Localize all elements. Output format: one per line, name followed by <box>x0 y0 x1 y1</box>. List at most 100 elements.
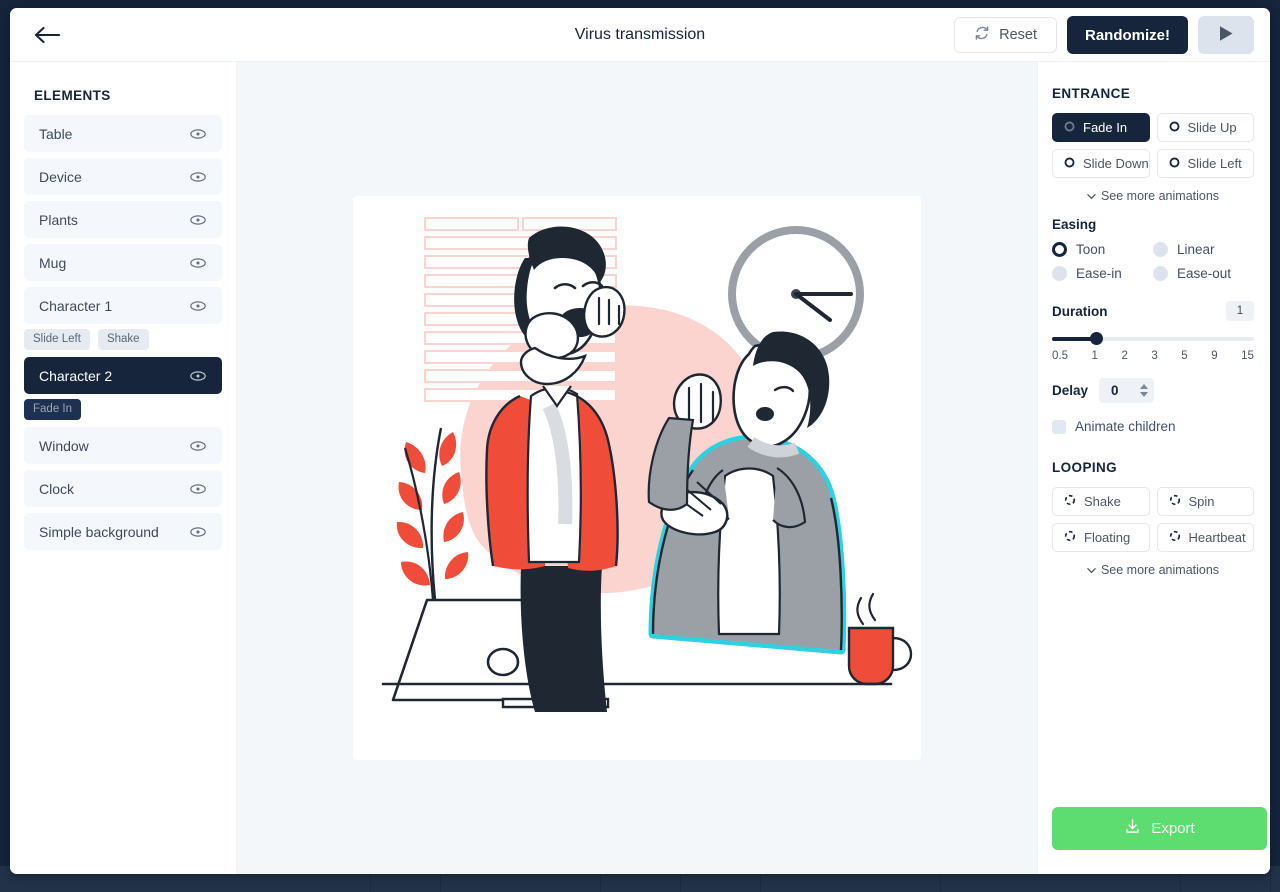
easing-label-text: Linear <box>1177 242 1215 257</box>
eye-icon[interactable] <box>189 523 207 541</box>
circle-icon <box>1064 120 1075 135</box>
canvas-area[interactable] <box>237 62 1037 874</box>
reset-button[interactable]: Reset <box>954 17 1057 53</box>
animate-children-checkbox[interactable]: Animate children <box>1052 419 1254 434</box>
easing-option-linear[interactable]: Linear <box>1153 242 1254 257</box>
sidebar-item-plants[interactable]: Plants <box>24 201 222 238</box>
download-icon <box>1124 818 1141 839</box>
entrance-see-more-link[interactable]: See more animations <box>1052 189 1254 203</box>
play-button[interactable] <box>1198 16 1254 54</box>
element-label: Device <box>39 168 82 185</box>
element-label: Mug <box>39 254 67 271</box>
eye-icon[interactable] <box>189 367 207 385</box>
circle-icon <box>1064 156 1075 171</box>
sidebar-item-character-1[interactable]: Character 1 <box>24 287 222 324</box>
element-label: Clock <box>39 480 75 497</box>
looping-option-spin[interactable]: Spin <box>1156 487 1254 516</box>
element-label: Plants <box>39 211 78 228</box>
eye-icon[interactable] <box>189 480 207 498</box>
circle-icon <box>1169 120 1180 135</box>
play-icon <box>1219 25 1234 45</box>
option-label: Shake <box>1084 494 1121 509</box>
refresh-icon <box>974 25 990 45</box>
animation-tags-character-1: Slide Left Shake <box>24 329 222 351</box>
animation-tag[interactable]: Fade In <box>24 399 81 421</box>
export-button[interactable]: Export <box>1052 807 1267 850</box>
loop-circle-icon <box>1169 494 1181 509</box>
eye-icon[interactable] <box>189 125 207 143</box>
chevron-down-icon <box>1087 189 1096 203</box>
loop-circle-icon <box>1064 494 1076 509</box>
easing-option-toon[interactable]: Toon <box>1052 242 1153 257</box>
animation-panel: ENTRANCE Fade In Slide Up Slide Down Sli… <box>1037 62 1270 874</box>
looping-see-more-link[interactable]: See more animations <box>1052 563 1254 577</box>
loop-circle-icon <box>1064 530 1076 545</box>
tick-label: 1 <box>1091 350 1098 362</box>
looping-section: LOOPING Shake Spin Floating Heartbeat Se… <box>1052 460 1254 577</box>
delay-value: 0 <box>1111 383 1119 398</box>
entrance-option-slide-left[interactable]: Slide Left <box>1156 149 1254 178</box>
easing-label: Easing <box>1052 217 1097 232</box>
easing-label-text: Toon <box>1076 242 1106 257</box>
delay-label: Delay <box>1052 383 1089 398</box>
checkbox-icon <box>1052 419 1066 434</box>
app-header: Virus transmission Reset Randomize! <box>10 8 1270 62</box>
delay-row: Delay 0 <box>1052 378 1254 403</box>
entrance-heading: ENTRANCE <box>1052 86 1131 101</box>
sidebar-item-window[interactable]: Window <box>24 427 222 465</box>
option-label: Slide Down <box>1083 156 1149 171</box>
eye-icon[interactable] <box>189 168 207 186</box>
animation-tag[interactable]: Shake <box>97 329 149 351</box>
duration-slider[interactable] <box>1052 330 1254 348</box>
stepper-down-icon[interactable] <box>1140 392 1149 397</box>
element-label: Character 1 <box>39 297 113 314</box>
entrance-option-slide-up[interactable]: Slide Up <box>1156 113 1254 142</box>
sidebar-item-table[interactable]: Table <box>24 115 222 152</box>
see-more-label: See more animations <box>1100 563 1220 577</box>
stepper-up-icon[interactable] <box>1140 384 1149 389</box>
easing-option-ease-in[interactable]: Ease-in <box>1052 266 1153 281</box>
header-actions: Reset Randomize! <box>954 8 1254 62</box>
duration-tick-labels: 0.5 1 2 3 5 9 15 <box>1052 350 1254 362</box>
looping-heading: LOOPING <box>1052 460 1118 475</box>
circle-icon <box>1169 156 1180 171</box>
entrance-option-slide-down[interactable]: Slide Down <box>1052 149 1150 178</box>
option-label: Spin <box>1188 494 1215 509</box>
eye-icon[interactable] <box>189 254 207 272</box>
looping-option-heartbeat[interactable]: Heartbeat <box>1156 523 1254 552</box>
tick-label: 2 <box>1121 350 1128 362</box>
radio-icon <box>1153 266 1168 281</box>
artboard[interactable] <box>353 196 921 760</box>
randomize-button[interactable]: Randomize! <box>1066 16 1188 54</box>
sidebar-item-device[interactable]: Device <box>24 158 222 195</box>
stepper-arrows <box>1137 384 1154 397</box>
duration-label: Duration <box>1052 303 1108 319</box>
sidebar-item-character-2[interactable]: Character 2 <box>24 357 222 395</box>
eye-icon[interactable] <box>189 297 207 315</box>
duration-header: Duration 1 <box>1052 301 1254 321</box>
app-body: ELEMENTS Table Device Plants Mug Charact… <box>10 62 1270 874</box>
tick-label: 3 <box>1151 350 1158 362</box>
easing-option-ease-out[interactable]: Ease-out <box>1153 266 1254 281</box>
slider-thumb[interactable] <box>1090 332 1104 345</box>
easing-options: Toon Linear Ease-in Ease-out <box>1052 242 1254 281</box>
sidebar-item-clock[interactable]: Clock <box>24 470 222 508</box>
radio-selected-icon <box>1052 242 1067 257</box>
entrance-option-fade-in[interactable]: Fade In <box>1052 113 1150 142</box>
sidebar-item-mug[interactable]: Mug <box>24 244 222 281</box>
option-label: Slide Up <box>1187 120 1237 135</box>
looping-option-shake[interactable]: Shake <box>1052 487 1150 516</box>
back-button[interactable] <box>20 8 74 62</box>
radio-icon <box>1153 242 1168 257</box>
tick-label: 0.5 <box>1052 350 1068 362</box>
sidebar-item-simple-background[interactable]: Simple background <box>24 513 222 551</box>
radio-icon <box>1052 266 1067 281</box>
delay-stepper[interactable]: 0 <box>1099 378 1155 403</box>
looping-option-floating[interactable]: Floating <box>1052 523 1150 552</box>
animation-tag[interactable]: Slide Left <box>24 329 90 351</box>
tick-label: 15 <box>1241 350 1254 362</box>
option-label: Fade In <box>1083 120 1128 135</box>
application-window: Virus transmission Reset Randomize! ELEM… <box>10 8 1270 874</box>
eye-icon[interactable] <box>189 437 207 455</box>
eye-icon[interactable] <box>189 211 207 229</box>
